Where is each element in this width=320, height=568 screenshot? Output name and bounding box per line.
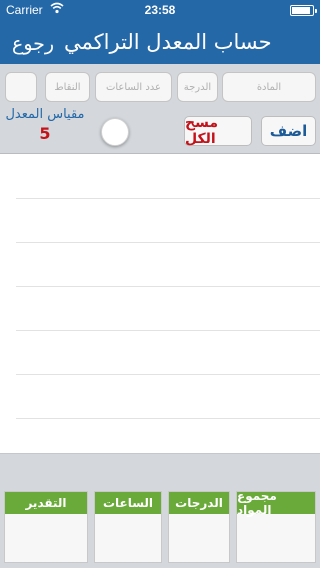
row-divider <box>16 374 320 375</box>
scale-label: مقياس المعدل <box>5 107 85 122</box>
status-bar: Carrier 23:58 <box>0 0 320 20</box>
row-divider <box>16 242 320 243</box>
scale-toggle[interactable] <box>101 118 129 146</box>
row-divider <box>16 198 320 199</box>
grade-input[interactable]: الدرجة <box>177 72 218 102</box>
summary-total-subjects: مجموع المواد <box>236 489 316 563</box>
summary-total-subjects-value <box>237 514 315 562</box>
subject-input[interactable]: المادة <box>222 72 316 102</box>
summary-grades: الدرجات <box>168 491 230 563</box>
summary-grades-header: الدرجات <box>169 492 229 514</box>
points-input[interactable]: النقاط <box>45 72 90 102</box>
header: Carrier 23:58 رجوع حساب المعدل التراكمي <box>0 0 320 64</box>
input-panel: المادة الدرجة عدد الساعات النقاط اضف مسح… <box>0 64 320 154</box>
clear-all-button[interactable]: مسح الكل <box>184 115 252 147</box>
back-button[interactable]: رجوع <box>12 33 54 55</box>
summary-estimate: التقدير <box>4 491 88 563</box>
subjects-list[interactable] <box>0 155 320 455</box>
summary-hours: الساعات <box>94 491 162 563</box>
scale-value: 5 <box>39 124 51 143</box>
row-divider <box>16 286 320 287</box>
row-divider <box>16 330 320 331</box>
summary-hours-header: الساعات <box>95 492 161 514</box>
row-divider <box>16 418 320 419</box>
summary-estimate-header: التقدير <box>5 492 87 514</box>
hours-input[interactable]: عدد الساعات <box>95 72 172 102</box>
add-button[interactable]: اضف <box>261 116 316 146</box>
summary-panel: مجموع المواد الدرجات الساعات التقدير <box>0 453 320 568</box>
summary-estimate-value <box>5 514 87 562</box>
battery-icon <box>290 5 317 16</box>
summary-grades-value <box>169 514 229 562</box>
extra-input[interactable] <box>5 72 37 102</box>
page-title: حساب المعدل التراكمي <box>64 30 272 54</box>
status-time: 23:58 <box>144 3 176 17</box>
summary-total-subjects-header: مجموع المواد <box>237 489 315 517</box>
summary-hours-value <box>95 514 161 562</box>
